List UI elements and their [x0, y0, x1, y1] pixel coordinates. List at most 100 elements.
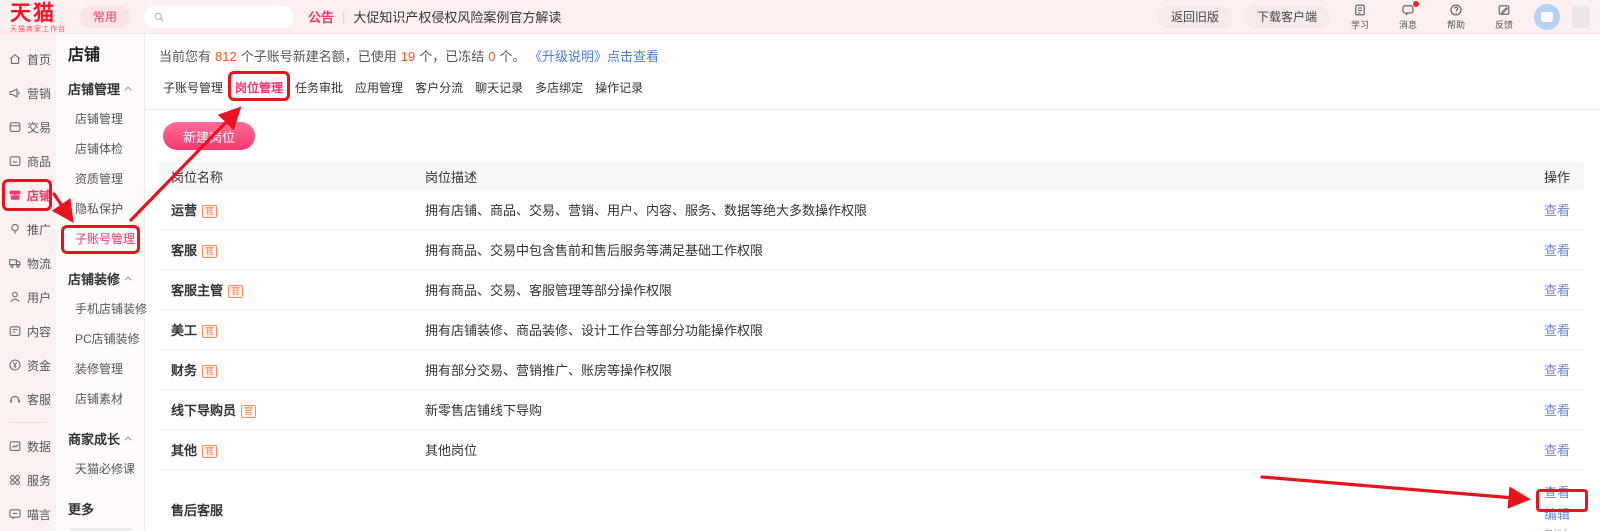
home-icon	[8, 52, 22, 66]
group-merchant-growth[interactable]: 商家成长	[56, 428, 144, 448]
official-badge: 官	[241, 405, 257, 418]
feedback-button[interactable]: 反馈	[1486, 3, 1522, 31]
position-name: 售后客服	[171, 503, 224, 518]
content-icon	[8, 324, 22, 338]
subnav-item-decoration-management[interactable]: 装修管理	[56, 354, 144, 384]
tmall-logo[interactable]: 天猫 天猫商家工作台	[10, 1, 66, 33]
view-link[interactable]: 查看	[1544, 363, 1570, 378]
subnav-item-mobile-decoration[interactable]: 手机店铺装修	[56, 294, 147, 324]
learn-button[interactable]: 学习	[1342, 3, 1378, 31]
main-content: 当前您有 812 个子账号新建名额，已使用 19 个，已冻结 0 个。 《升级说明》点击查看 …	[145, 34, 1600, 531]
view-link[interactable]: 查看	[1544, 443, 1570, 458]
nav-trade[interactable]: 交易	[0, 110, 56, 144]
nav-home[interactable]: 首页	[0, 42, 56, 76]
nav-services[interactable]: 服务	[0, 463, 56, 497]
nav-shop[interactable]: 店铺	[0, 178, 56, 212]
nav-promotion[interactable]: 推广	[0, 212, 56, 246]
position-name: 客服主管	[171, 283, 224, 298]
subnav-item-tmall-course[interactable]: 天猫必修课	[56, 454, 144, 484]
tab-task-approval[interactable]: 任务审批	[295, 79, 343, 96]
view-link[interactable]: 查看	[1544, 482, 1570, 501]
help-icon	[1449, 3, 1463, 17]
data-chart-icon	[8, 439, 22, 453]
delete-link[interactable]: 删除	[1544, 526, 1570, 531]
download-client-button[interactable]: 下载客户端	[1243, 5, 1330, 28]
view-link[interactable]: 查看	[1544, 283, 1570, 298]
headset-icon	[8, 392, 22, 406]
subnav-item-qualification[interactable]: 资质管理	[56, 164, 144, 194]
megaphone-icon	[8, 86, 22, 100]
position-name: 运营	[171, 203, 198, 218]
announcement-bar[interactable]: 公告 | 大促知识产权侵权风险案例官方解读	[308, 7, 561, 26]
masked-store-name	[1572, 5, 1590, 28]
position-name: 其他	[171, 443, 198, 458]
group-more[interactable]: 更多	[56, 498, 144, 518]
search-input[interactable]	[170, 9, 286, 24]
official-badge: 官	[228, 285, 244, 298]
tab-multi-store-binding[interactable]: 多店绑定	[535, 79, 583, 96]
table-row: 客服主管官 拥有商品、交易、客服管理等部分操作权限 查看	[159, 270, 1584, 310]
messages-button[interactable]: 消息	[1390, 0, 1426, 31]
nav-data[interactable]: 数据	[0, 429, 56, 463]
order-box-icon	[8, 120, 22, 134]
tab-bar: 子账号管理 岗位管理 任务审批 应用管理 客户分流 聊天记录 多店绑定 操作记录	[145, 65, 1600, 110]
nav-goods[interactable]: 商品	[0, 144, 56, 178]
logo-text: 天猫	[10, 1, 56, 25]
view-link[interactable]: 查看	[1544, 323, 1570, 338]
position-desc: 其他岗位	[425, 443, 478, 458]
tab-chat-records[interactable]: 聊天记录	[475, 79, 523, 96]
announcement-divider: |	[342, 9, 346, 24]
subnav-item-pc-decoration[interactable]: PC店铺装修	[56, 324, 144, 354]
table-row: 线下导购员官 新零售店铺线下导购 查看	[159, 390, 1584, 430]
tab-app-management[interactable]: 应用管理	[355, 79, 403, 96]
chevron-up-icon	[124, 275, 132, 283]
help-button[interactable]: 帮助	[1438, 3, 1474, 31]
back-to-old-version-button[interactable]: 返回旧版	[1157, 5, 1232, 28]
subnav-item-shop-checkup[interactable]: 店铺体检	[56, 134, 144, 164]
store-avatar[interactable]	[1534, 3, 1560, 30]
table-header: 岗位名称 岗位描述 操作	[159, 162, 1584, 190]
official-badge: 官	[202, 205, 218, 218]
tab-position-management[interactable]: 岗位管理	[235, 79, 283, 96]
nav-logistics[interactable]: 物流	[0, 246, 56, 280]
tab-subaccount-management[interactable]: 子账号管理	[163, 79, 223, 96]
subnav-item-privacy[interactable]: 隐私保护	[56, 194, 144, 224]
tab-customer-routing[interactable]: 客户分流	[415, 79, 463, 96]
group-shop-management[interactable]: 店铺管理	[56, 78, 144, 98]
quota-status-line: 当前您有 812 个子账号新建名额，已使用 19 个，已冻结 0 个。 《升级说明》点击查看	[159, 49, 659, 64]
rail-divider	[10, 422, 46, 423]
position-desc: 拥有部分交易、营销推广、账房等操作权限	[425, 363, 673, 378]
position-desc: 拥有商品、交易中包含售前和售后服务等满足基础工作权限	[425, 243, 764, 258]
quota-total: 812	[215, 49, 237, 64]
nav-content[interactable]: 内容	[0, 314, 56, 348]
view-link[interactable]: 查看	[1544, 403, 1570, 418]
nav-funds[interactable]: 资金	[0, 348, 56, 382]
upgrade-notes-link[interactable]: 《升级说明》点击查看	[535, 49, 659, 64]
subnav-item-shop-assets[interactable]: 店铺素材	[56, 384, 144, 414]
table-row: 运营官 拥有店铺、商品、交易、营销、用户、内容、服务、数据等绝大多数操作权限 查…	[159, 190, 1584, 230]
goods-icon	[8, 154, 22, 168]
learn-label: 学习	[1350, 19, 1369, 30]
new-position-button[interactable]: 新建岗位	[163, 122, 256, 150]
chevron-up-icon	[124, 85, 132, 93]
search-box[interactable]	[144, 5, 295, 28]
promotion-pin-icon	[8, 222, 22, 236]
nav-marketing[interactable]: 营销	[0, 76, 56, 110]
nav-users[interactable]: 用户	[0, 280, 56, 314]
subnav-item-subaccount[interactable]: 子账号管理	[56, 224, 144, 254]
position-name: 财务	[171, 363, 198, 378]
group-shop-decoration[interactable]: 店铺装修	[56, 268, 144, 288]
feedback-icon	[1497, 3, 1511, 17]
view-link[interactable]: 查看	[1544, 203, 1570, 218]
chevron-up-icon	[124, 435, 132, 443]
tab-operation-records[interactable]: 操作记录	[595, 79, 643, 96]
quota-used: 19	[400, 49, 416, 64]
edit-link[interactable]: 编辑	[1544, 504, 1570, 523]
nav-miaoyan[interactable]: 喵言	[0, 497, 56, 531]
subnav-item-shop-management[interactable]: 店铺管理	[56, 104, 144, 134]
nav-customer-service[interactable]: 客服	[0, 382, 56, 416]
official-badge: 官	[202, 245, 218, 258]
column-actions: 操作	[1543, 169, 1570, 185]
frequently-used-button[interactable]: 常用	[80, 5, 131, 28]
view-link[interactable]: 查看	[1544, 243, 1570, 258]
